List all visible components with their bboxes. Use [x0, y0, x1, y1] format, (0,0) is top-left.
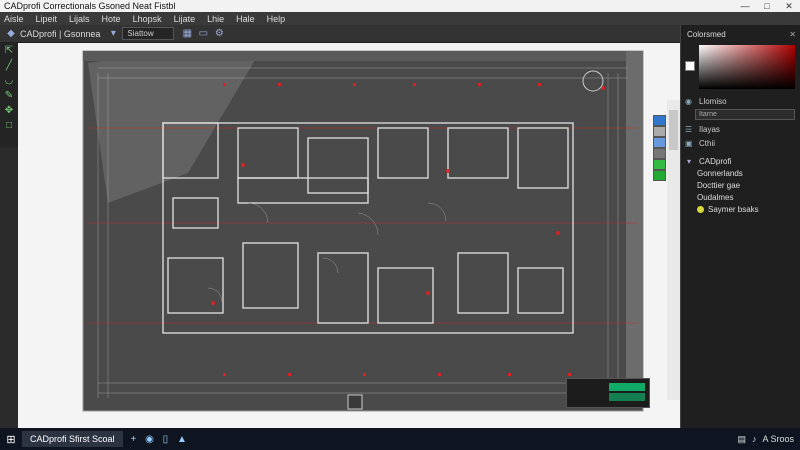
toolbar: ◆ CADprofi | Gsonnea ▾ Siattow ▦ ▭ ⚙	[0, 25, 680, 43]
current-color-swatch[interactable]	[685, 61, 695, 71]
taskbar-app-button[interactable]: CADprofi Sfirst Scoal	[22, 431, 123, 447]
line-tool-icon[interactable]: ╱	[2, 60, 16, 72]
grid-icon[interactable]: ▦	[180, 27, 194, 41]
section-label: Llomiso	[699, 97, 727, 106]
left-toolbar: ⇱ ╱ ◡ ✎ ✥ □	[0, 43, 18, 147]
move-tool-icon[interactable]: ✥	[2, 105, 16, 117]
layers-row[interactable]: ☰ Ilayas	[685, 125, 720, 134]
layer-item[interactable]: Docttier gae	[681, 179, 800, 191]
network-icon[interactable]: ▤	[737, 434, 746, 445]
layer-label: Oudalmes	[697, 192, 734, 202]
maximize-button[interactable]: □	[756, 0, 778, 12]
layers-icon: ☰	[685, 125, 693, 134]
layer-item[interactable]: Saymer bsaks	[681, 203, 800, 215]
dropdown-icon[interactable]: ▾	[106, 27, 120, 41]
document-label[interactable]: CADprofi | Gsonnea	[20, 29, 100, 39]
blocks-row[interactable]: ▣ Cthii	[685, 139, 715, 148]
taskbar: ⊞ CADprofi Sfirst Scoal + ◉ ▯ ▲ ▤ ♪ A Sr…	[0, 428, 800, 450]
drawing-canvas[interactable]	[18, 43, 680, 428]
menu-item[interactable]: Aisle	[4, 14, 24, 24]
block-icon: ▣	[685, 139, 693, 148]
layer-label: CADprofi	[699, 156, 732, 166]
pencil-tool-icon[interactable]: ✎	[2, 90, 16, 102]
windows-start-icon[interactable]: ⊞	[0, 433, 22, 446]
menu-item[interactable]: Lipeit	[36, 14, 58, 24]
menu-item[interactable]: Hote	[102, 14, 121, 24]
close-icon[interactable]: ✕	[789, 30, 796, 39]
arc-tool-icon[interactable]: ◡	[2, 75, 16, 87]
view-field[interactable]: Siattow	[122, 27, 175, 40]
palette-grey[interactable]	[653, 126, 666, 137]
system-tray: ▤ ♪ A Sroos	[731, 434, 800, 445]
palette-blue[interactable]	[653, 115, 666, 126]
layer-label: Gonnerlands	[697, 168, 743, 178]
rectangle-tool-icon[interactable]: □	[2, 120, 16, 132]
select-tool-icon[interactable]: ⇱	[2, 45, 16, 57]
layer-item[interactable]: Gonnerlands	[681, 167, 800, 179]
window-title: CADprofi Correctionals Gsoned Neat Fistb…	[4, 1, 176, 11]
blocks-label: Cthii	[699, 139, 716, 148]
layer-label: Docttier gae	[697, 180, 741, 190]
palette-green[interactable]	[653, 159, 666, 170]
add-icon[interactable]: +	[131, 434, 137, 445]
layer-label: Saymer bsaks	[708, 204, 759, 214]
browser-icon[interactable]: ◉	[145, 434, 154, 445]
menu-item[interactable]: Hale	[236, 14, 255, 24]
floor-plan-drawing	[82, 50, 644, 412]
layers-label: Ilayas	[699, 125, 720, 134]
nav-bar-2[interactable]	[609, 393, 645, 401]
volume-icon[interactable]: ♪	[752, 434, 757, 444]
palette-icon: ◉	[685, 97, 692, 106]
menu-item[interactable]: Help	[267, 14, 286, 24]
palette-dark-green[interactable]	[653, 170, 666, 181]
section-row[interactable]: ◉ Llomiso	[685, 97, 727, 106]
settings-icon[interactable]: ⚙	[212, 27, 226, 41]
menu-item[interactable]: Lijate	[174, 14, 196, 24]
layer-color-dot-icon	[697, 205, 704, 213]
folder-icon[interactable]: ▯	[163, 434, 169, 445]
cad-app-icon[interactable]: ▲	[177, 434, 187, 445]
expand-icon[interactable]: ▾	[687, 157, 699, 166]
name-field[interactable]: Itarne	[695, 109, 795, 120]
taskbar-icons: + ◉ ▯ ▲	[131, 434, 193, 445]
nav-bar-1[interactable]	[609, 383, 645, 391]
menu-item[interactable]: Lijals	[69, 14, 90, 24]
menu-bar: Aisle Lipeit Lijals Hote Lhopsk Lijate L…	[0, 12, 800, 25]
scroll-thumb[interactable]	[669, 110, 678, 150]
window-icon[interactable]: ▭	[196, 27, 210, 41]
vertical-scrollbar[interactable]	[667, 100, 680, 400]
tray-text[interactable]: A Sroos	[762, 434, 794, 444]
app-logo-icon: ◆	[7, 28, 15, 39]
panel-header: Colorsmed ✕	[681, 25, 800, 43]
minimize-button[interactable]: —	[734, 0, 756, 12]
properties-panel: Colorsmed ✕ ◉ Llomiso Itarne ☰ Ilayas ▣ …	[680, 25, 800, 428]
title-bar: CADprofi Correctionals Gsoned Neat Fistb…	[0, 0, 800, 12]
palette-light-blue[interactable]	[653, 137, 666, 148]
panel-title: Colorsmed	[687, 29, 726, 39]
color-picker[interactable]	[699, 45, 795, 89]
navigation-widget[interactable]	[566, 378, 650, 408]
menu-item[interactable]: Lhopsk	[133, 14, 162, 24]
layer-tree: ▾ CADprofi Gonnerlands Docttier gae Ouda…	[681, 155, 800, 215]
menu-item[interactable]: Lhie	[207, 14, 224, 24]
layer-item[interactable]: Oudalmes	[681, 191, 800, 203]
color-palette[interactable]	[653, 115, 666, 181]
palette-dark-grey[interactable]	[653, 148, 666, 159]
close-button[interactable]: ✕	[778, 0, 800, 12]
layer-item-root[interactable]: ▾ CADprofi	[681, 155, 800, 167]
